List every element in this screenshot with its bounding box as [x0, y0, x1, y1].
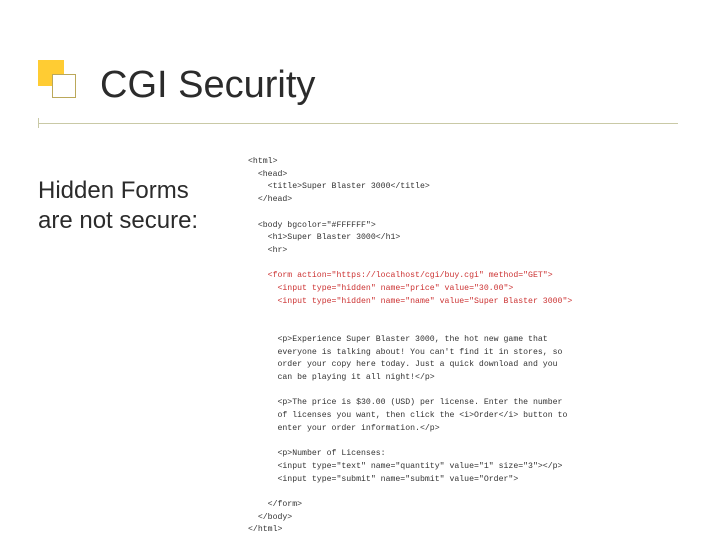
code-line: <h1>Super Blaster 3000</h1> — [248, 233, 400, 242]
code-example: <html> <head> <title>Super Blaster 3000<… — [248, 156, 708, 537]
code-line: </body> — [248, 513, 292, 522]
code-line: <html> — [248, 157, 277, 166]
code-line: <title>Super Blaster 3000</title> — [248, 182, 430, 191]
code-line: can be playing it all night!</p> — [248, 373, 435, 382]
code-line: </form> — [248, 500, 302, 509]
code-line: <body bgcolor="#FFFFFF"> — [248, 221, 376, 230]
code-line: <input type="submit" name="submit" value… — [248, 475, 518, 484]
code-line: <p>Number of Licenses: — [248, 449, 386, 458]
title-ornament — [38, 60, 72, 94]
ornament-outline-box — [52, 74, 76, 98]
code-line: <head> — [248, 170, 287, 179]
code-line-highlight: <form action="https://localhost/cgi/buy.… — [248, 271, 553, 280]
code-line: <p>The price is $30.00 (USD) per license… — [248, 398, 562, 407]
code-line: everyone is talking about! You can't fin… — [248, 348, 562, 357]
code-line: </html> — [248, 525, 282, 534]
title-underline — [38, 123, 678, 124]
code-line: <hr> — [248, 246, 287, 255]
code-line: of licenses you want, then click the <i>… — [248, 411, 567, 420]
code-line-highlight: <input type="hidden" name="price" value=… — [248, 284, 513, 293]
code-line-highlight: <input type="hidden" name="name" value="… — [248, 297, 572, 306]
code-line: order your copy here today. Just a quick… — [248, 360, 558, 369]
slide: CGI Security Hidden Forms are not secure… — [0, 0, 720, 540]
slide-title: CGI Security — [100, 64, 315, 107]
code-line: <input type="text" name="quantity" value… — [248, 462, 562, 471]
slide-subtitle: Hidden Forms are not secure: — [38, 176, 228, 236]
code-line: <p>Experience Super Blaster 3000, the ho… — [248, 335, 548, 344]
code-line: enter your order information.</p> — [248, 424, 440, 433]
title-underline-tick — [38, 118, 39, 128]
code-line: </head> — [248, 195, 292, 204]
